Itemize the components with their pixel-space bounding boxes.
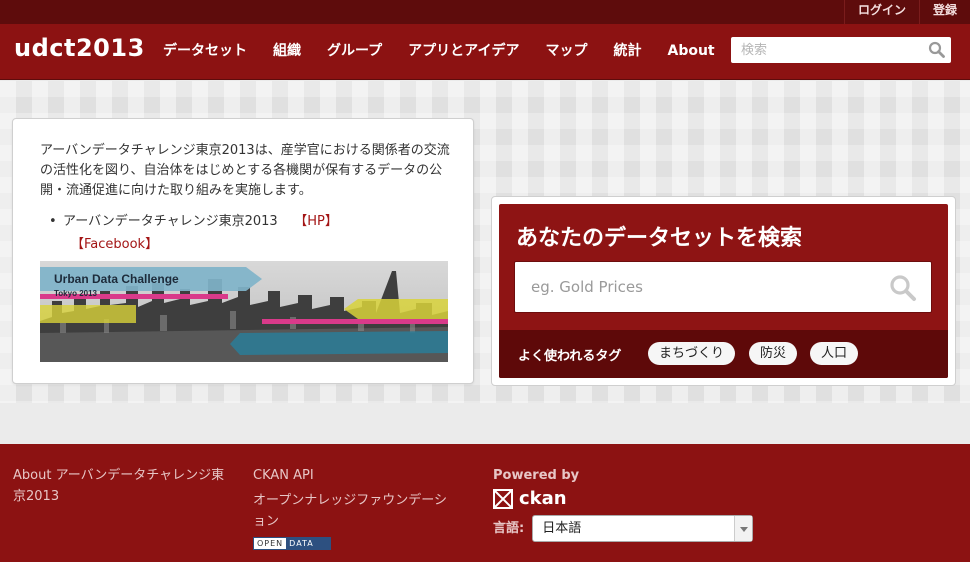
banner-subtitle: Tokyo 2013: [54, 289, 98, 298]
site-search: [731, 37, 951, 63]
open-data-badge-right: DATA: [286, 538, 330, 549]
site-footer: About アーバンデータチャレンジ東京2013 CKAN API オープンナレ…: [0, 444, 970, 562]
facebook-link[interactable]: 【Facebook】: [71, 233, 158, 252]
intro-item-label: アーバンデータチャレンジ東京2013: [63, 214, 278, 229]
tag-jinkou[interactable]: 人口: [810, 342, 859, 365]
main-nav: データセット 組織 グループ アプリとアイデア マップ 統計 About: [150, 24, 728, 80]
open-data-badge[interactable]: OPEN DATA: [253, 537, 331, 550]
footer-col-powered: Powered by ckan 言語: 日本語: [493, 465, 793, 542]
intro-link-item: アーバンデータチャレンジ東京2013 【HP】: [49, 212, 338, 232]
search-icon[interactable]: [889, 274, 917, 306]
banner-title: Urban Data Challenge: [54, 272, 179, 286]
language-label: 言語:: [493, 521, 525, 536]
ckan-icon: [493, 488, 513, 509]
footer-col-links: CKAN API オープンナレッジファウンデーション OPEN DATA: [253, 465, 453, 550]
ckan-logo-text: ckan: [519, 488, 567, 509]
dataset-search-panel: あなたのデータセットを検索 よく使われるタグ まちづくり 防災 人口: [491, 196, 956, 386]
nav-stats[interactable]: 統計: [600, 24, 654, 80]
nav-map[interactable]: マップ: [532, 24, 600, 80]
open-data-badge-left: OPEN: [254, 538, 287, 549]
nav-apps-ideas[interactable]: アプリとアイデア: [395, 24, 532, 80]
nav-organizations[interactable]: 組織: [260, 24, 314, 80]
site-search-input[interactable]: [731, 37, 921, 63]
dataset-search-field: [514, 261, 932, 313]
udc-banner-image: Urban Data Challenge Tokyo 2013: [40, 261, 448, 362]
language-select-value: 日本語: [542, 521, 582, 536]
popular-tags-label: よく使われるタグ: [518, 349, 622, 364]
ckan-logo[interactable]: ckan: [493, 488, 793, 509]
footer-okf-link[interactable]: オープンナレッジファウンデーション: [253, 490, 453, 532]
tag-bousai[interactable]: 防災: [749, 342, 798, 365]
dataset-search-title: あなたのデータセットを検索: [516, 226, 803, 251]
masthead: udct2013 データセット 組織 グループ アプリとアイデア マップ 統計 …: [0, 24, 970, 80]
footer-about-link[interactable]: About アーバンデータチャレンジ東京2013: [13, 465, 228, 507]
site-logo[interactable]: udct2013: [14, 34, 145, 62]
nav-groups[interactable]: グループ: [314, 24, 395, 80]
intro-panel: アーバンデータチャレンジ東京2013は、産学官における関係者の交流の活性化を図り…: [12, 118, 474, 384]
language-select[interactable]: 日本語: [532, 515, 754, 542]
dataset-search-inner: あなたのデータセットを検索 よく使われるタグ まちづくり 防災 人口: [499, 204, 948, 378]
dataset-search-input[interactable]: [515, 262, 875, 312]
search-icon[interactable]: [928, 41, 945, 62]
tag-machizukuri[interactable]: まちづくり: [648, 342, 736, 365]
chevron-down-icon[interactable]: [734, 516, 753, 541]
footer-col-about: About アーバンデータチャレンジ東京2013: [13, 465, 228, 507]
popular-tags-bar: よく使われるタグ まちづくり 防災 人口: [499, 330, 948, 378]
register-link[interactable]: 登録: [918, 0, 970, 24]
intro-links: アーバンデータチャレンジ東京2013 【HP】: [49, 212, 338, 232]
hp-link[interactable]: 【HP】: [294, 214, 338, 229]
account-bar: ログイン 登録: [0, 0, 970, 24]
language-row: 言語: 日本語: [493, 515, 793, 542]
nav-about[interactable]: About: [654, 24, 727, 80]
footer-ckan-api-link[interactable]: CKAN API: [253, 465, 453, 486]
account-links: ログイン 登録: [843, 0, 970, 24]
login-link[interactable]: ログイン: [843, 0, 919, 24]
nav-datasets[interactable]: データセット: [150, 24, 260, 80]
intro-text: アーバンデータチャレンジ東京2013は、産学官における関係者の交流の活性化を図り…: [40, 143, 450, 198]
powered-by-label: Powered by: [493, 468, 580, 483]
